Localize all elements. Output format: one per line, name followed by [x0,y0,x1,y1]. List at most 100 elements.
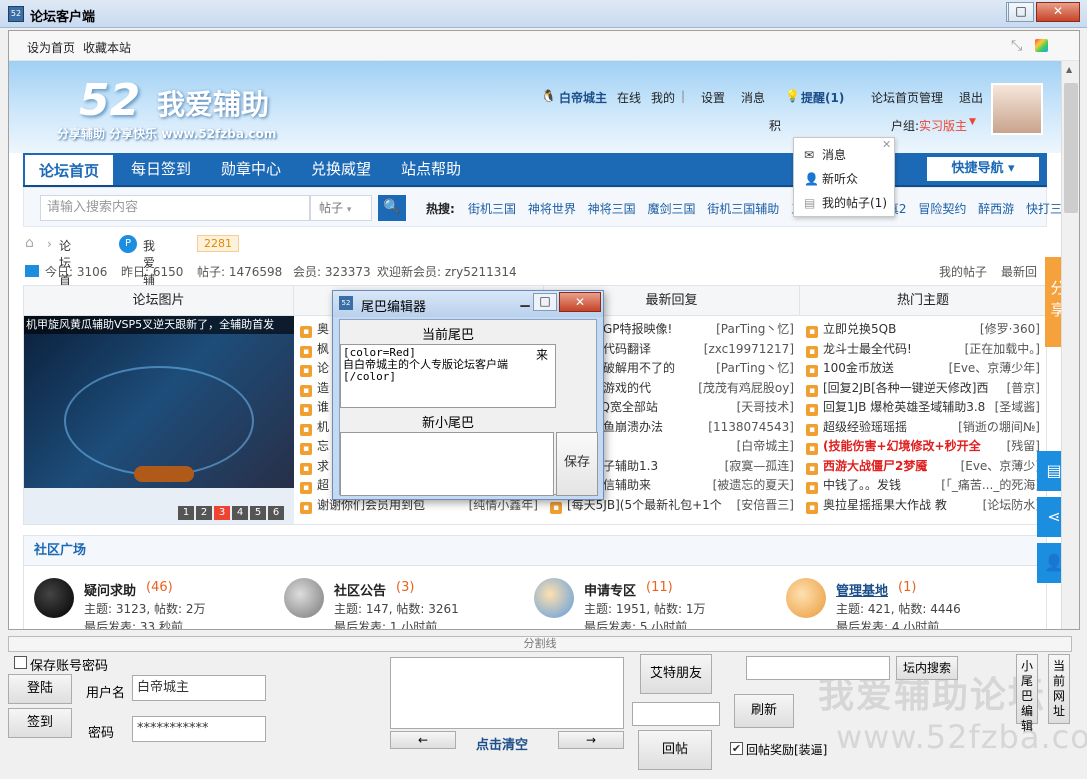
login-button[interactable]: 登陆 [8,674,72,704]
stat-welcome[interactable]: 欢迎新会员: zry5211314 [377,263,517,280]
topic-author[interactable]: [茂茂有鸡屁股oy] [694,378,794,398]
topic-author[interactable]: [白帝城主] [732,437,794,457]
bookmark-link[interactable]: 收藏本站 [83,39,131,56]
my-posts-link[interactable]: 我的帖子 [939,263,987,280]
reply-textarea[interactable] [390,657,624,729]
nav-item-exchange[interactable]: 兑换威望 [299,153,383,185]
topic-title[interactable]: 谁 [317,400,329,414]
slide-2[interactable]: 2 [196,506,212,520]
current-tail-text[interactable]: [color=Red] 自白帝城主的个人专版论坛客户端 [/color] [340,344,556,408]
close-button[interactable]: ✕ [1036,2,1080,22]
prev-button[interactable]: ← [390,731,456,749]
topic-author[interactable]: [ParTing丶忆] [712,359,794,379]
topic-title[interactable]: 立即兑换5QB [823,322,896,336]
list-item[interactable]: ▪ 回复1JB 爆枪英雄圣域辅助3.8 [圣域酱] [806,398,1044,418]
list-item[interactable]: ▪ 西游大战僵尸2梦魇 [Eve、京薄少] [806,456,1044,476]
forum-name[interactable]: 疑问求助 [84,580,136,599]
forum-last-post[interactable]: 最后发表: 33 秒前 [84,618,183,629]
topic-author[interactable]: [zxc19971217] [699,339,794,359]
refresh-button[interactable]: 刷新 [734,694,794,728]
topic-author[interactable]: [1138074543] [704,417,794,437]
forum-admin-base[interactable]: 管理基地 (1) 主题: 421, 帖数: 4446 最后发表: 4 小时前 [786,576,1026,629]
username-link[interactable]: 白帝城主 [559,89,607,106]
search-input[interactable]: 请输入搜索内容 [40,195,310,221]
community-title[interactable]: 社区广场 [24,536,1046,566]
forum-name[interactable]: 申请专区 [584,580,636,599]
forum-last-post[interactable]: 最后发表: 5 小时前 [584,618,687,629]
topic-title[interactable]: 西游大战僵尸2梦魇 [823,459,927,473]
topic-title[interactable]: 求 [317,459,329,473]
topic-author[interactable]: [销逝の堋间№] [954,417,1040,437]
slide-6[interactable]: 6 [268,506,284,520]
dropdown-item-messages[interactable]: 消息 [822,146,846,163]
topic-author[interactable]: [「_痛苦..._的死海] [937,476,1040,496]
list-item[interactable]: ▪ (技能伤害+幻境修改+秒开全 [残留] [806,437,1044,457]
topic-title[interactable]: 龙斗士最全代码! [823,342,912,356]
list-item[interactable]: ▪ 中钱了。。发钱 [「_痛苦..._的死海] [806,476,1044,496]
avatar[interactable] [991,83,1043,135]
topic-author[interactable]: [寂寞—孤连] [720,456,794,476]
remember-checkbox[interactable] [14,656,27,669]
site-search-input[interactable] [746,656,890,680]
logo-number[interactable]: 52 [79,75,140,126]
site-search-button[interactable]: 坛内搜索 [896,656,958,680]
forum-applications[interactable]: 申请专区 (11) 主题: 1951, 帖数: 1万 最后发表: 5 小时前 [534,576,774,629]
forum-qa[interactable]: 疑问求助 (46) 主题: 3123, 帖数: 2万 最后发表: 33 秒前 [34,576,274,629]
topic-author[interactable]: [残留] [1002,437,1040,457]
forum-picture-slider[interactable]: 机甲旋风黄瓜辅助VSP5叉逆天跟新了，全辅助首发 1 2 3 4 5 6 [24,316,294,524]
integral-label[interactable]: 积 [769,117,781,134]
slide-3[interactable]: 3 [214,506,230,520]
list-item[interactable]: ▪ 龙斗士最全代码! [正在加载中。] [806,339,1044,359]
tail-edit-button[interactable]: 小尾巴编辑 [1016,654,1038,733]
quick-nav-button[interactable]: 快捷导航 ▾ [927,157,1039,181]
forum-manage-link[interactable]: 论坛首页管理 [871,89,943,106]
topic-title[interactable]: [回复2JB[各种一键逆天修改]西 [823,381,988,395]
scroll-up-icon[interactable]: ▲ [1066,65,1072,74]
fullscreen-icon[interactable]: ⤡ [1011,38,1022,54]
topic-author[interactable]: [普京] [1002,378,1040,398]
friend-input[interactable] [632,702,720,726]
forum-name[interactable]: 管理基地 [836,580,888,599]
topic-title[interactable]: 造 [317,381,329,395]
restore-button[interactable]: □ [1008,2,1034,22]
signin-button[interactable]: 签到 [8,708,72,738]
topic-author[interactable]: [论坛防水] [978,495,1040,515]
password-input[interactable]: *********** [132,716,266,742]
color-theme-icon[interactable] [1035,39,1048,52]
page-scrollbar[interactable]: ▲ [1061,61,1079,629]
current-url-button[interactable]: 当前网址 [1048,654,1070,724]
search-button[interactable]: 🔍 [378,195,406,221]
username-input[interactable]: 白帝城主 [132,675,266,701]
search-type-select[interactable]: 帖子 ▾ [310,195,372,221]
topic-title[interactable]: 机 [317,420,329,434]
remind-link[interactable]: 提醒(1) [801,89,844,106]
next-button[interactable]: → [558,731,624,749]
list-item[interactable]: ▪ 立即兑换5QB [修罗·360] [806,320,1044,340]
nav-item-home[interactable]: 论坛首页 [25,153,113,185]
logo-text[interactable]: 我爱辅助 [157,83,269,123]
scrollbar-thumb[interactable] [1064,83,1078,213]
hot-search-links[interactable]: 街机三国 神将世界 神将三国 魔剑三国 街机三国辅助 三国快打 凡人修真2 冒险… [468,200,1074,217]
topic-author[interactable]: [天哥技术] [732,398,794,418]
topic-author[interactable]: [被遗忘的夏天] [708,476,794,496]
forum-announcements[interactable]: 社区公告 (3) 主题: 147, 帖数: 3261 最后发表: 1 小时前 [284,576,524,629]
remember-label[interactable]: 保存账号密码 [30,655,108,674]
topic-title[interactable]: 枫 [317,342,329,356]
settings-link[interactable]: 设置 [701,89,725,106]
new-tail-input[interactable] [340,432,554,496]
list-item[interactable]: ▪ [回复2JB[各种一键逆天修改]西 [普京] [806,378,1044,398]
topic-title[interactable]: 超 [317,478,329,492]
dialog-maximize-button[interactable]: □ [533,293,557,311]
dropdown-item-new-listeners[interactable]: 新听众 [822,170,858,187]
dialog-close-button[interactable]: ✕ [559,292,601,312]
reply-button[interactable]: 回帖 [638,730,712,770]
topic-title[interactable]: 奥 [317,322,329,336]
topic-title[interactable]: 论 [317,361,329,375]
topic-author[interactable]: [ParTing丶忆] [712,320,794,340]
topic-title[interactable]: 奥拉星摇摇果大作战 教 [823,498,947,512]
logout-link[interactable]: 退出 [959,89,983,106]
picture-caption[interactable]: 机甲旋风黄瓜辅助VSP5叉逆天跟新了，全辅助首发 [24,316,294,334]
topic-title[interactable]: 中钱了。。发钱 [823,478,901,492]
slide-5[interactable]: 5 [250,506,266,520]
topic-author[interactable]: [正在加载中。] [960,339,1040,359]
